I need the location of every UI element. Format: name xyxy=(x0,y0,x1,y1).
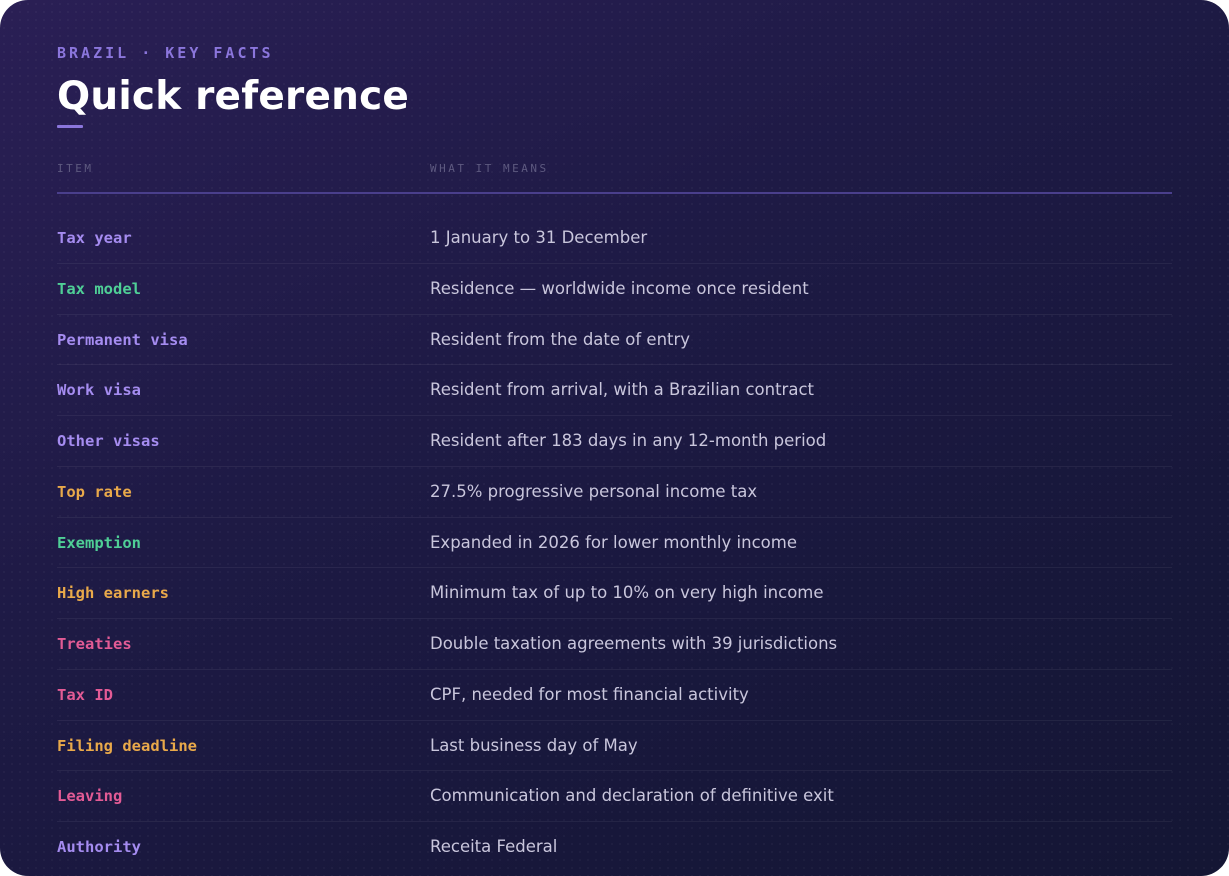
row-meaning-text: Double taxation agreements with 39 juris… xyxy=(430,634,838,653)
row-item-label: Treaties xyxy=(57,635,132,653)
row-item-label: Leaving xyxy=(57,787,123,806)
eyebrow-label: BRAZIL · KEY FACTS xyxy=(57,44,274,62)
table-row: Tax ID CPF, needed for most financial ac… xyxy=(57,670,1172,721)
row-item-label: Work visa xyxy=(57,381,141,400)
table-row: Filing deadline Last business day of May xyxy=(57,721,1172,772)
row-meaning-text: Resident from the date of entry xyxy=(430,329,691,349)
table-row: Leaving Communication and declaration of… xyxy=(57,771,1172,822)
title-underline xyxy=(57,125,83,128)
row-item-label: Top rate xyxy=(57,482,132,501)
row-meaning-text: Resident from arrival, with a Brazilian … xyxy=(430,380,814,400)
table-row: Top rate 27.5% progressive personal inco… xyxy=(57,467,1172,518)
table-row: Permanent visa Resident from the date of… xyxy=(57,315,1172,366)
row-meaning-text: Communication and declaration of definit… xyxy=(430,786,834,806)
column-header-meaning: WHAT IT MEANS xyxy=(430,162,549,175)
row-meaning-text: Receita Federal xyxy=(430,837,558,856)
row-meaning-text: Last business day of May xyxy=(430,735,638,755)
table-row: Authority Receita Federal xyxy=(57,822,1172,873)
row-meaning-text: 27.5% progressive personal income tax xyxy=(430,481,758,501)
row-meaning-text: 1 January to 31 December xyxy=(430,228,648,247)
row-meaning-text: Expanded in 2026 for lower monthly incom… xyxy=(430,532,797,552)
row-meaning-text: Residence — worldwide income once reside… xyxy=(430,278,809,298)
row-item-label: Tax year xyxy=(57,229,132,247)
facts-table: Tax year 1 January to 31 December Tax mo… xyxy=(57,213,1172,873)
page-title: Quick reference xyxy=(57,74,410,119)
column-header-item: ITEM xyxy=(57,162,94,175)
row-item-label: Permanent visa xyxy=(57,330,188,349)
row-item-label: Tax model xyxy=(57,279,141,298)
row-meaning-text: Minimum tax of up to 10% on very high in… xyxy=(430,583,824,603)
table-row: Tax model Residence — worldwide income o… xyxy=(57,264,1172,315)
table-row: Work visa Resident from arrival, with a … xyxy=(57,365,1172,416)
row-item-label: Filing deadline xyxy=(57,736,197,755)
table-row: High earners Minimum tax of up to 10% on… xyxy=(57,568,1172,619)
table-row: Other visas Resident after 183 days in a… xyxy=(57,416,1172,467)
header-divider xyxy=(57,192,1172,194)
row-item-label: High earners xyxy=(57,584,169,603)
row-item-label: Other visas xyxy=(57,432,160,450)
table-row: Exemption Expanded in 2026 for lower mon… xyxy=(57,518,1172,569)
row-item-label: Tax ID xyxy=(57,685,113,704)
row-item-label: Authority xyxy=(57,838,141,856)
table-row: Treaties Double taxation agreements with… xyxy=(57,619,1172,670)
table-row: Tax year 1 January to 31 December xyxy=(57,213,1172,264)
row-meaning-text: Resident after 183 days in any 12-month … xyxy=(430,431,827,450)
row-meaning-text: CPF, needed for most financial activity xyxy=(430,684,749,704)
row-item-label: Exemption xyxy=(57,533,141,552)
quick-reference-card: BRAZIL · KEY FACTS Quick reference ITEM … xyxy=(0,0,1229,876)
